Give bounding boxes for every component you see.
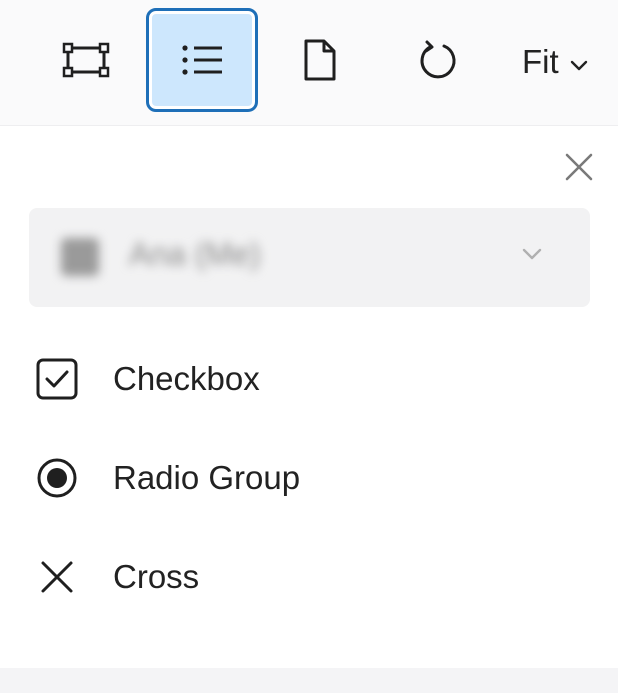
close-button[interactable] [560,148,598,186]
field-type-label: Checkbox [113,360,260,397]
cross-icon [30,550,84,604]
rotate-clockwise-icon [420,40,456,79]
document-icon [304,39,336,81]
bounding-box-icon [62,42,110,78]
field-type-cross[interactable]: Cross [30,545,590,609]
field-type-checkbox[interactable]: Checkbox [30,347,590,411]
close-icon [565,153,593,181]
avatar [61,238,99,276]
toolbar: Fit [0,0,618,126]
select-area-button[interactable] [30,8,142,112]
chevron-down-icon [520,246,544,267]
zoom-label: Fit [522,43,559,80]
radio-icon [30,451,84,505]
zoom-select[interactable]: Fit [522,30,618,94]
panel-footer-divider [0,668,618,693]
checkbox-icon [30,352,84,406]
field-type-radio-group[interactable]: Radio Group [30,446,590,510]
chevron-down-icon [569,43,589,81]
assignee-name: Ana (Me) [129,236,261,272]
rotate-button[interactable] [382,8,494,112]
assignee-select[interactable]: Ana (Me) [29,208,590,307]
list-icon [182,45,222,75]
field-type-label: Radio Group [113,459,301,496]
page-button[interactable] [264,8,376,112]
field-type-label: Cross [113,558,200,595]
fields-list-button[interactable] [146,8,258,112]
app-root: Fit Ana (Me) Checkbox Radio Group Cross [0,0,618,693]
